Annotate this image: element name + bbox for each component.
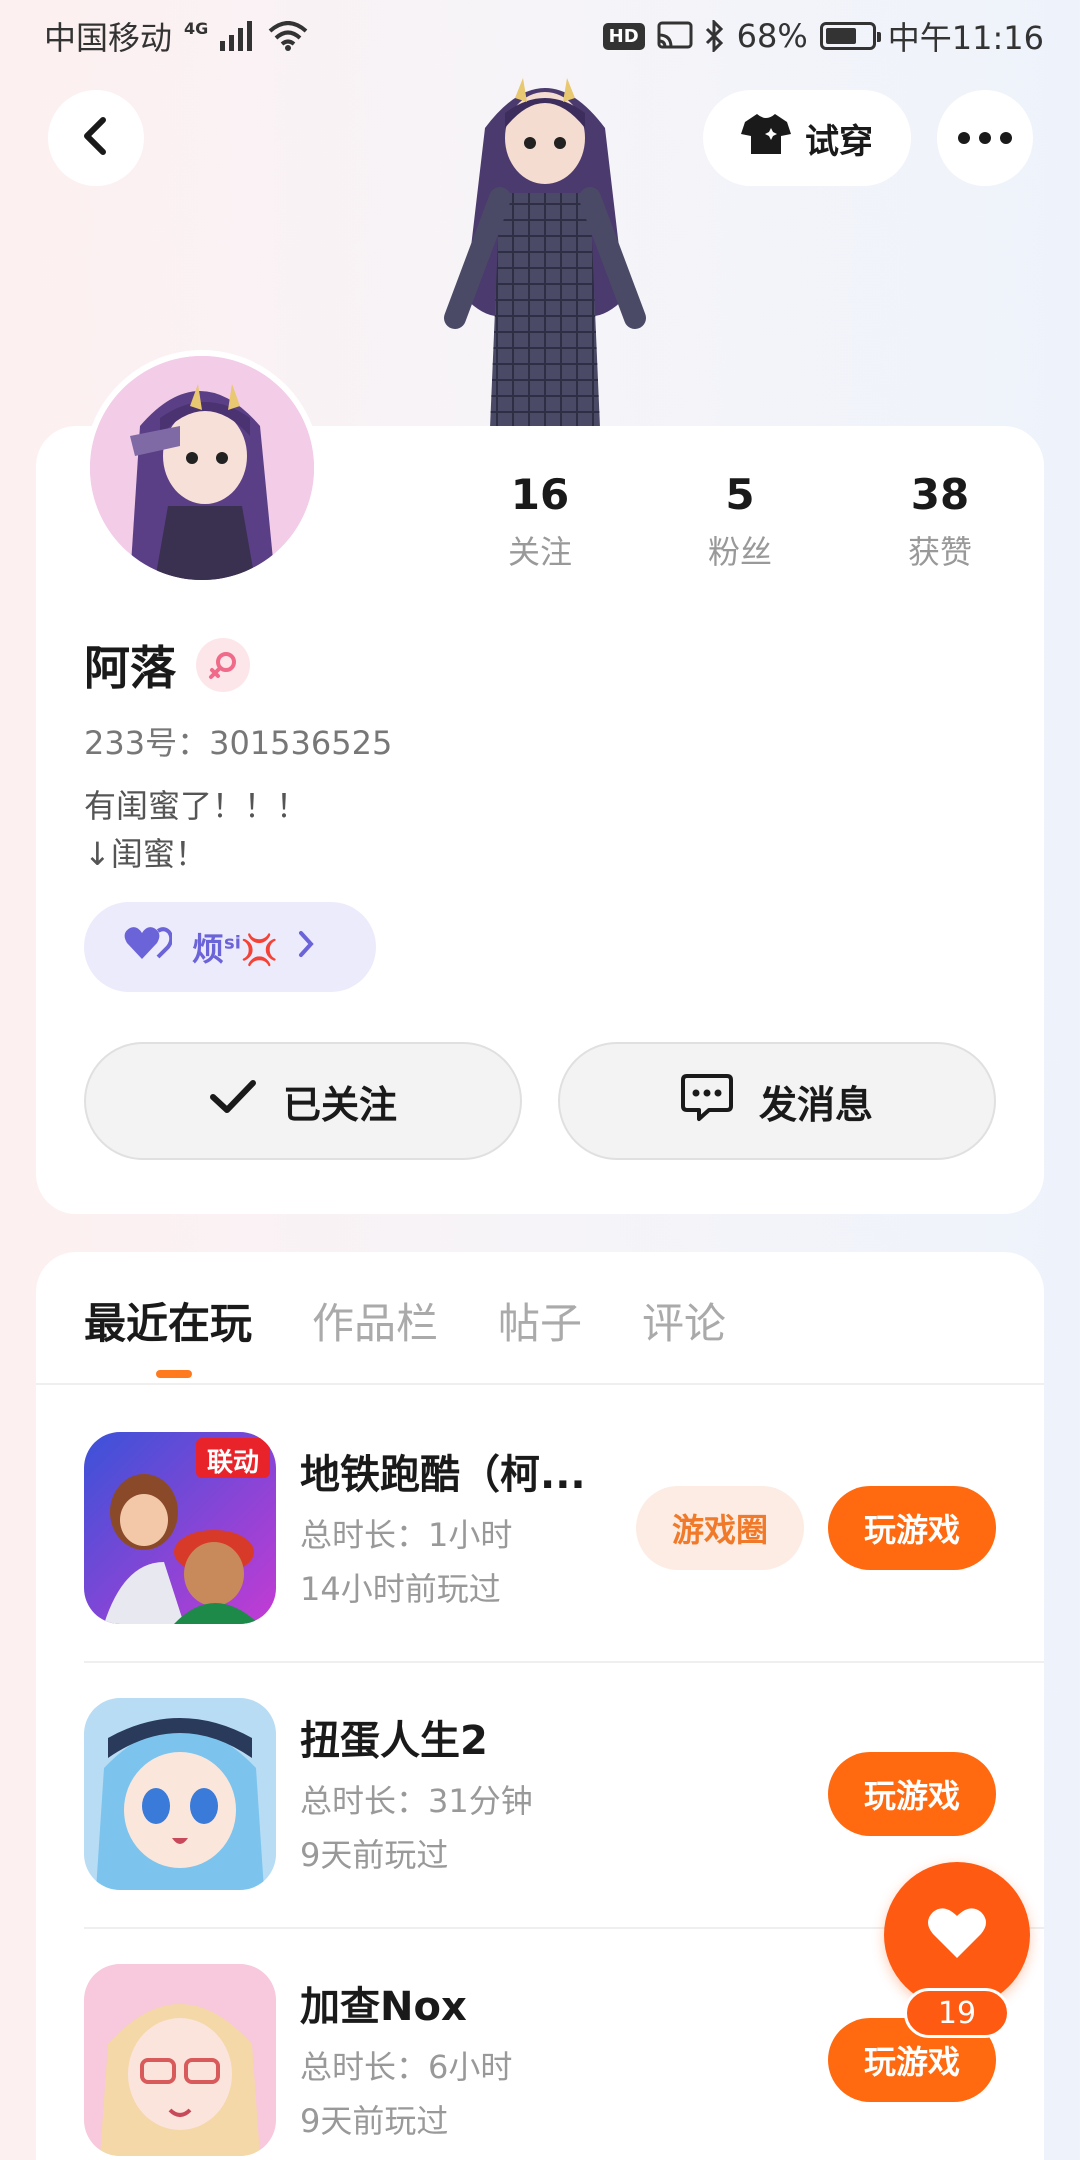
tab-posts[interactable]: 帖子	[498, 1290, 582, 1351]
chat-bubble-icon	[680, 1072, 733, 1131]
game-last-played: 9天前玩过	[300, 1836, 449, 1874]
avatar[interactable]	[84, 350, 320, 586]
like-count-badge: 19	[904, 1988, 1010, 2038]
game-title: 扭蛋人生2	[300, 1718, 488, 1764]
heart-icon	[927, 1906, 987, 1964]
hd-badge: HD	[602, 22, 645, 50]
stats-row: 16 关注 5 粉丝 38 获赞	[440, 470, 1040, 573]
stat-label: 粉丝	[707, 533, 772, 571]
stat-label: 关注	[507, 533, 572, 571]
battery-percent: 68%	[736, 17, 808, 55]
game-last-played: 14小时前玩过	[300, 1570, 501, 1608]
stat-followers[interactable]: 5 粉丝	[640, 470, 840, 573]
collab-badge: 联动	[206, 1448, 259, 1478]
message-label: 发消息	[758, 1082, 873, 1127]
tshirt-icon	[741, 112, 791, 165]
play-game-button[interactable]: 玩游戏	[828, 1752, 996, 1836]
female-gender-icon	[196, 638, 250, 692]
game-duration: 总时长：1小时	[300, 1516, 513, 1554]
bestie-name: 烦si💢	[192, 930, 279, 968]
check-icon	[209, 1079, 257, 1124]
tab-works[interactable]: 作品栏	[312, 1290, 438, 1351]
tab-recently-played[interactable]: 最近在玩	[84, 1290, 252, 1351]
followed-label: 已关注	[282, 1082, 397, 1127]
battery-icon	[819, 22, 881, 50]
bluetooth-icon	[705, 20, 725, 52]
network-type: 4G	[184, 19, 209, 38]
stat-value: 5	[725, 470, 755, 519]
game-row[interactable]: 扭蛋人生2 总时长：31分钟 9天前玩过 玩游戏	[84, 1698, 1044, 1894]
tab-comments[interactable]: 评论	[642, 1290, 726, 1351]
name-row: 阿落	[84, 632, 250, 698]
user-bio: 有闺蜜了！！！ ↓闺蜜！	[84, 787, 309, 873]
game-circle-button[interactable]: 游戏圈	[636, 1486, 804, 1570]
game-icon-subway-surfers[interactable]: 联动	[84, 1432, 276, 1624]
stat-likes[interactable]: 38 获赞	[840, 470, 1040, 573]
stat-following[interactable]: 16 关注	[440, 470, 640, 573]
followed-button[interactable]: 已关注	[84, 1042, 522, 1160]
chevron-right-icon	[298, 928, 314, 966]
game-last-played: 9天前玩过	[300, 2102, 449, 2140]
back-button[interactable]	[48, 90, 144, 186]
try-on-button[interactable]: 试穿	[703, 90, 911, 186]
send-message-button[interactable]: 发消息	[558, 1042, 996, 1160]
stat-label: 获赞	[907, 533, 972, 571]
play-game-button[interactable]: 玩游戏	[828, 1486, 996, 1570]
game-icon-gacha-life[interactable]	[84, 1698, 276, 1890]
more-dots-icon	[958, 129, 1012, 148]
game-title: 地铁跑酷（柯...	[300, 1452, 586, 1498]
time-label: 中午11:16	[887, 19, 1044, 57]
tab-bar: 最近在玩 作品栏 帖子 评论	[84, 1290, 726, 1351]
like-button[interactable]	[884, 1862, 1030, 2008]
heart-pair-icon	[124, 925, 174, 969]
more-button[interactable]	[937, 90, 1033, 186]
carrier-label: 中国移动	[44, 19, 173, 57]
row-divider	[84, 1661, 1044, 1663]
chevron-left-icon	[79, 116, 113, 160]
stat-value: 16	[510, 470, 570, 519]
cast-icon	[657, 21, 693, 51]
stat-value: 38	[910, 470, 970, 519]
game-title: 加查Nox	[300, 1984, 467, 2030]
game-icon-gacha-nox[interactable]	[84, 1964, 276, 2156]
tabs-divider	[36, 1383, 1044, 1385]
game-duration: 总时长：31分钟	[300, 1782, 533, 1820]
character-figure	[425, 68, 665, 428]
try-on-label: 试穿	[805, 121, 873, 162]
status-bar: 中国移动 4G HD 68% 中午11:16	[0, 0, 1080, 72]
wifi-icon	[268, 21, 308, 51]
tab-indicator	[156, 1370, 192, 1378]
game-row[interactable]: 联动 地铁跑酷（柯... 总时长：1小时 14小时前玩过 游戏圈 玩游戏	[84, 1432, 1044, 1628]
game-duration: 总时长：6小时	[300, 2048, 513, 2086]
user-id: 233号：301536525	[84, 724, 393, 762]
bestie-chip[interactable]: 烦si💢	[84, 902, 376, 992]
user-name: 阿落	[84, 641, 176, 695]
signal-icon	[220, 21, 256, 51]
game-row[interactable]: 加查Nox 总时长：6小时 9天前玩过 玩游戏	[84, 1964, 1044, 2160]
